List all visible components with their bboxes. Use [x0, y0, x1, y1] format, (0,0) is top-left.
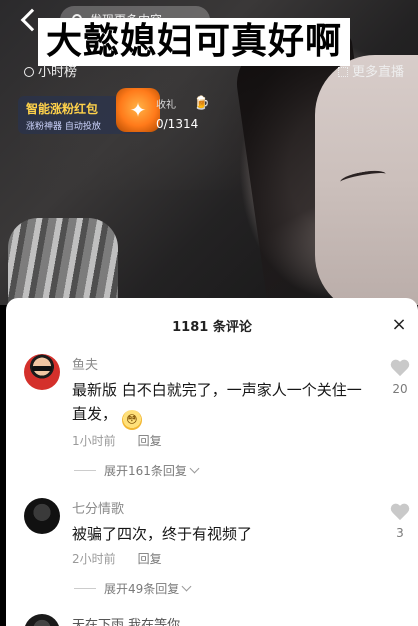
more-live-label: 更多直播 — [351, 65, 404, 80]
microphone-image — [8, 218, 118, 305]
comments-sheet: 1181 条评论 × 鱼夫 最新版 白不白就完了，一声家人一个关住一直发， 😳 … — [6, 298, 418, 626]
expand-replies-button[interactable]: 展开161条回复 — [74, 462, 200, 479]
grid-icon — [337, 67, 348, 77]
chevron-down-icon — [189, 463, 200, 474]
avatar[interactable] — [24, 498, 60, 534]
avatar[interactable] — [24, 354, 60, 390]
comment-text: 最新版 白不白就完了，一声家人一个关住一直发， 😳 — [72, 378, 372, 430]
more-live-button[interactable]: 更多直播 — [337, 64, 404, 82]
expand-replies-button[interactable]: 展开49条回复 — [74, 580, 192, 597]
expand-replies-label: 展开161条回复 — [104, 464, 187, 478]
expand-replies-label: 展开49条回复 — [104, 582, 180, 596]
comment-nickname[interactable]: 七分情歌 — [72, 498, 124, 517]
gift-count: 0/1314 — [156, 117, 199, 131]
comment-text: 被骗了四次，终于有视频了 — [72, 525, 253, 543]
chevron-down-icon — [181, 581, 192, 592]
comment-time: 1小时前 — [72, 434, 116, 448]
comment-text-body: 最新版 白不白就完了，一声家人一个关住一直发， — [72, 381, 362, 423]
like-count: 20 — [392, 382, 408, 396]
comment-time: 2小时前 — [72, 552, 116, 566]
comment-nickname[interactable]: 鱼夫 — [72, 354, 98, 373]
rank-label: 小时榜 — [38, 65, 78, 80]
emoji-icon: 😳 — [121, 410, 142, 430]
beer-icon: 🍺 — [193, 96, 210, 111]
clock-icon — [24, 67, 34, 77]
heart-icon — [390, 360, 410, 378]
comments-count-title: 1181 条评论 — [172, 320, 252, 335]
like-count: 3 — [396, 526, 404, 540]
like-button[interactable]: 20 — [388, 360, 412, 396]
divider-line — [74, 470, 96, 471]
red-packet-widget[interactable]: 智能涨粉红包 涨粉神器 自动投放 ✦ — [18, 88, 160, 134]
reply-button[interactable]: 回复 — [138, 552, 162, 566]
avatar[interactable] — [24, 614, 60, 626]
close-icon[interactable]: × — [390, 316, 408, 334]
comment-meta: 2小时前 回复 — [72, 550, 162, 567]
reply-button[interactable]: 回复 — [138, 434, 162, 448]
divider-line — [74, 588, 96, 589]
video-player[interactable]: 发现更多内容 大懿媳妇可真好啊 小时榜 更多直播 智能涨粉红包 涨粉神器 自动投… — [0, 0, 418, 305]
comment-meta: 1小时前 回复 — [72, 432, 162, 449]
hourly-rank-tag[interactable]: 小时榜 — [24, 64, 77, 82]
red-packet-icon: ✦ — [116, 88, 160, 132]
like-button[interactable]: 3 — [388, 504, 412, 540]
video-caption: 大懿媳妇可真好啊 — [38, 18, 351, 66]
heart-icon — [390, 504, 410, 522]
comment-nickname[interactable]: 天在下雨 我在等你 — [72, 614, 180, 626]
gift-progress[interactable]: 收礼 🍺 0/1314 — [156, 96, 210, 134]
